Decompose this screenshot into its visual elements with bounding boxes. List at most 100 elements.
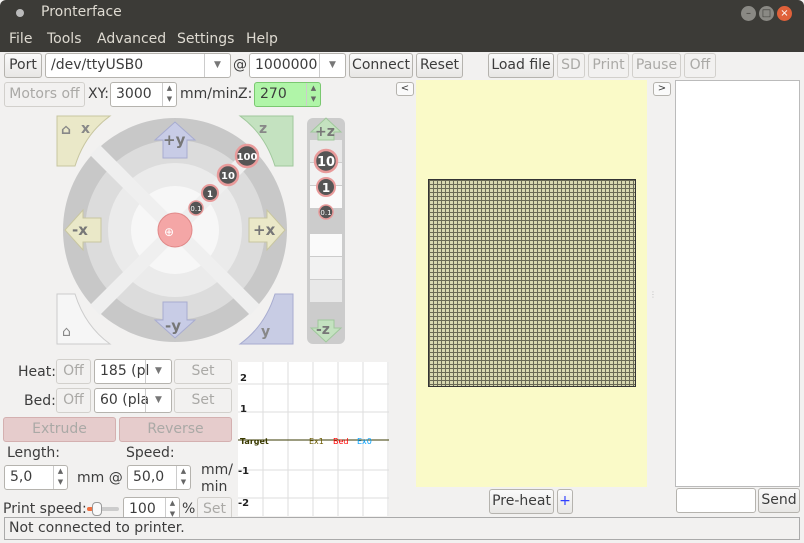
collapse-right-button[interactable]: >	[653, 82, 671, 96]
percent-label: %	[182, 501, 196, 517]
heat-temp-select[interactable]: 185 (pl ▼	[94, 359, 172, 384]
menu-bar: File Tools Advanced Settings Help	[0, 26, 804, 52]
y-tick: 2	[240, 373, 247, 384]
speed-unit: min	[201, 479, 228, 495]
speed-label: Speed:	[126, 445, 175, 461]
length-value: 5,0	[10, 469, 33, 485]
home-z-label: z	[259, 121, 267, 137]
minimize-button[interactable]: –	[741, 6, 756, 21]
minus-z-label: -z	[316, 322, 330, 338]
z-step-10-label: 10	[317, 155, 335, 170]
extrude-button[interactable]: Extrude	[3, 417, 116, 442]
z-feedrate-input[interactable]: 270 ▲ ▼	[254, 82, 321, 107]
z-label: Z:	[238, 86, 253, 102]
print-speed-slider[interactable]	[87, 502, 119, 516]
send-button[interactable]: Send	[758, 488, 800, 513]
close-button[interactable]: ×	[777, 6, 792, 21]
bed-set-button[interactable]: Set	[174, 388, 232, 413]
print-button[interactable]: Print	[588, 53, 629, 78]
length-input[interactable]: 5,0 ▲ ▼	[4, 465, 68, 490]
pause-button[interactable]: Pause	[632, 53, 681, 78]
plus-x-label: +x	[253, 221, 276, 239]
plus-y-label: +y	[163, 131, 186, 149]
spin-buttons[interactable]: ▲ ▼	[53, 466, 67, 489]
legend-target: Target	[240, 437, 269, 446]
menu-settings[interactable]: Settings	[177, 31, 234, 47]
sd-button[interactable]: SD	[557, 53, 585, 78]
minus-x-label: -x	[72, 221, 88, 239]
baud-value: 1000000	[255, 57, 318, 73]
y-tick: -2	[238, 498, 249, 509]
heat-set-button[interactable]: Set	[174, 359, 232, 384]
speed-value: 50,0	[133, 469, 165, 485]
xy-jog-control[interactable]: ⌂ x z ⌂ y +y -y -x +x ⊕ 100 10 1 0.1 +z …	[55, 114, 350, 346]
length-label: Length:	[7, 445, 61, 461]
chevron-down-icon: ▼	[145, 389, 171, 412]
print-speed-label: Print speed:	[3, 501, 87, 517]
heat-off-button[interactable]: Off	[56, 359, 91, 384]
home-x-label: x	[81, 121, 90, 137]
minus-y-label: -y	[165, 317, 181, 335]
y-tick: -1	[238, 466, 249, 477]
port-button[interactable]: Port	[4, 53, 42, 78]
z-step-0.1-label: 0.1	[320, 209, 331, 217]
menu-file[interactable]: File	[9, 31, 32, 47]
reset-button[interactable]: Reset	[416, 53, 463, 78]
xy-value: 3000	[116, 86, 152, 102]
port-select[interactable]: /dev/ttyUSB0 ▼	[45, 53, 231, 78]
bed-temp-select[interactable]: 60 (pla ▼	[94, 388, 172, 413]
chevron-down-icon: ▼	[145, 360, 171, 383]
y-tick: 1	[240, 404, 247, 415]
preheat-button[interactable]: Pre-heat	[489, 489, 554, 514]
port-value: /dev/ttyUSB0	[51, 57, 144, 73]
spin-buttons[interactable]: ▲ ▼	[306, 83, 320, 106]
print-bed-grid	[428, 179, 636, 387]
temperature-graph: 2 1 -1 -2 Target Ex1 Bed Ex0	[238, 362, 389, 516]
bed-label: Bed:	[24, 393, 56, 409]
command-input[interactable]	[676, 488, 756, 513]
status-bar: Not connected to printer.	[4, 517, 800, 540]
menu-tools[interactable]: Tools	[47, 31, 82, 47]
maximize-button[interactable]: □	[759, 6, 774, 21]
title-bar: Pronterface – □ ×	[0, 0, 804, 26]
legend-ex0: Ex0	[357, 437, 372, 446]
mm-at-label: mm @	[77, 470, 123, 486]
status-text: Not connected to printer.	[9, 520, 185, 536]
chevron-down-icon: ▼	[319, 54, 345, 77]
load-file-button[interactable]: Load file	[488, 53, 554, 78]
collapse-left-button[interactable]: <	[396, 82, 414, 96]
speed-input[interactable]: 50,0 ▲ ▼	[127, 465, 191, 490]
at-label: @	[233, 57, 247, 73]
baud-select[interactable]: 1000000 ▼	[249, 53, 346, 78]
xy-unit: mm/min	[180, 86, 239, 102]
z-value: 270	[260, 86, 287, 102]
menu-help[interactable]: Help	[246, 31, 278, 47]
menu-advanced[interactable]: Advanced	[97, 31, 166, 47]
connect-button[interactable]: Connect	[349, 53, 413, 78]
bed-value: 60 (pla	[100, 392, 150, 408]
app-icon	[16, 9, 24, 17]
spin-buttons[interactable]: ▲ ▼	[176, 466, 190, 489]
slider-thumb[interactable]	[92, 502, 102, 516]
splitter-handle[interactable]: ⋮	[649, 290, 657, 300]
xy-feedrate-input[interactable]: 3000 ▲ ▼	[110, 82, 177, 107]
motors-off-button[interactable]: Motors off	[4, 82, 85, 107]
chevron-down-icon: ▼	[204, 54, 230, 77]
z-step-1-label: 1	[322, 181, 330, 195]
step-100-label: 100	[237, 152, 258, 163]
legend-ex1: Ex1	[309, 437, 324, 446]
plus-z-label: +z	[315, 124, 335, 140]
console-log[interactable]	[675, 80, 800, 487]
speed-unit: mm/	[201, 462, 233, 478]
spin-buttons[interactable]: ▲ ▼	[162, 83, 176, 106]
xy-label: XY:	[88, 86, 109, 102]
heat-value: 185 (pl	[100, 363, 150, 379]
home-icon: ⌂	[62, 324, 71, 340]
off-button[interactable]: Off	[684, 53, 716, 78]
print-speed-value: 100	[129, 501, 156, 517]
crosshair-icon: ⊕	[164, 225, 174, 239]
add-button[interactable]: +	[557, 489, 573, 514]
reverse-button[interactable]: Reverse	[119, 417, 232, 442]
home-icon: ⌂	[61, 122, 71, 138]
bed-off-button[interactable]: Off	[56, 388, 91, 413]
